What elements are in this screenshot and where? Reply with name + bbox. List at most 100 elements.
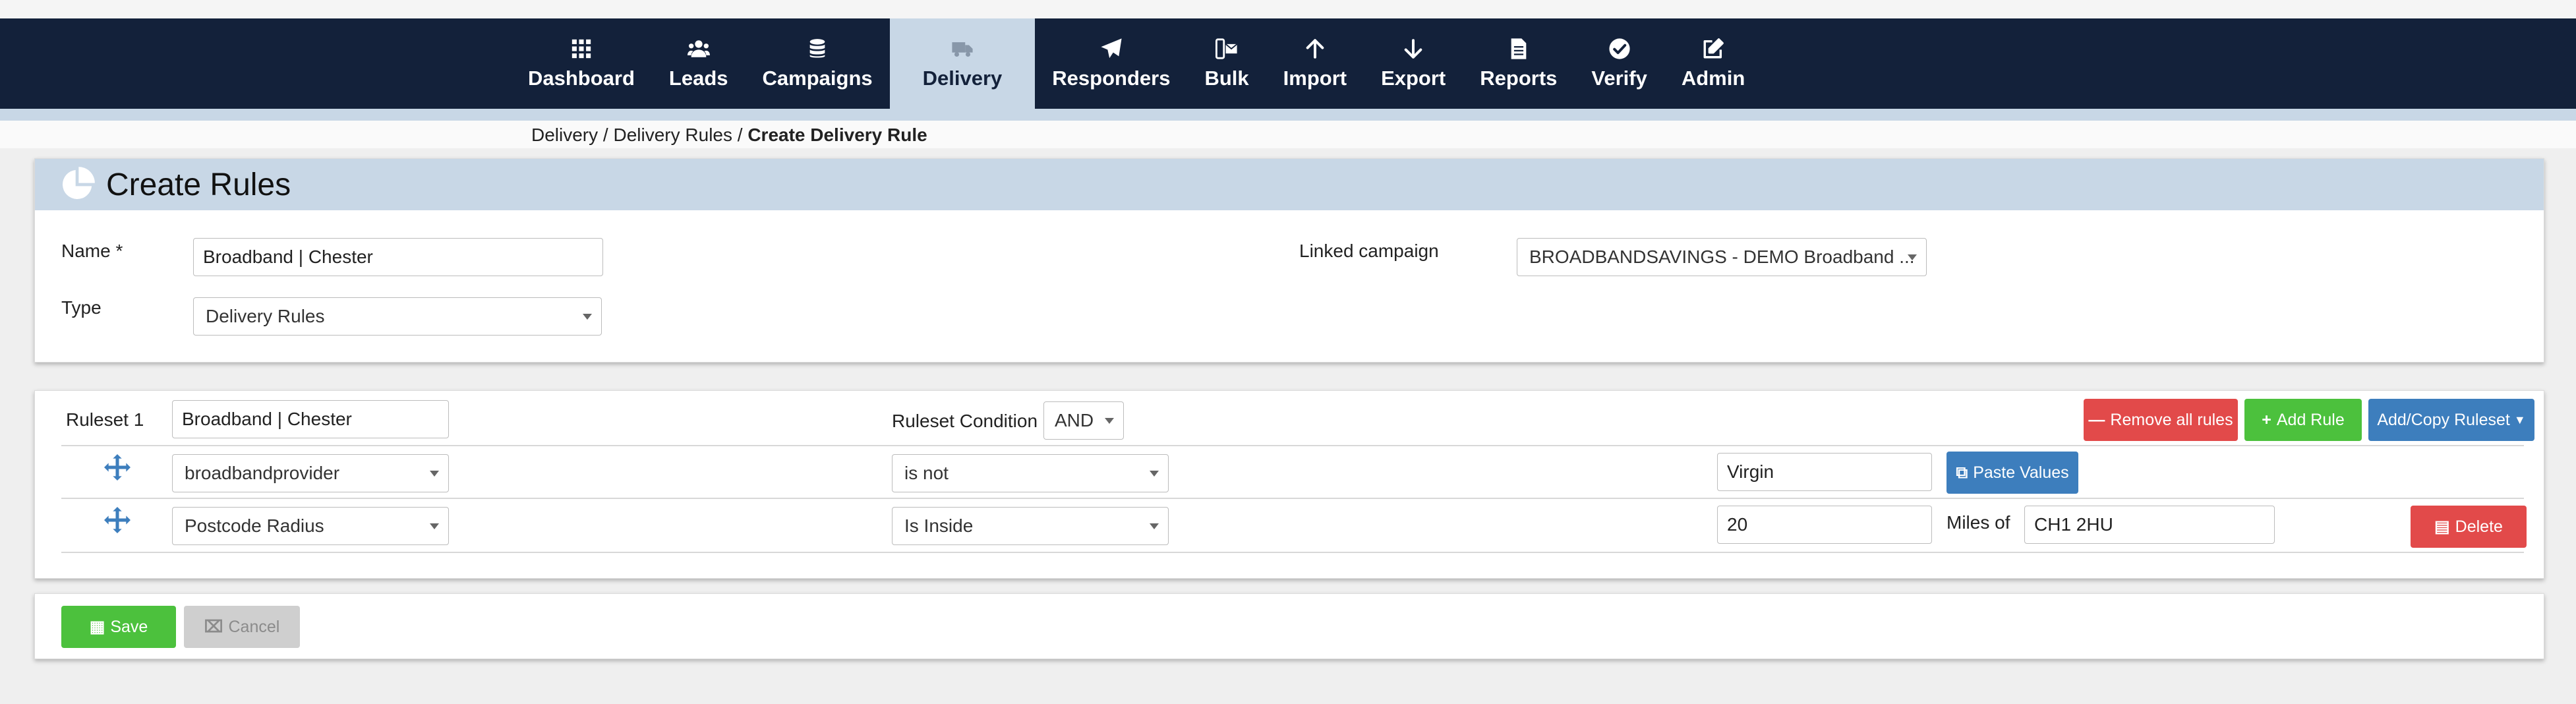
main-navbar: Dashboard Leads Campaigns Delivery Respo… xyxy=(0,18,2576,109)
nav-items: Dashboard Leads Campaigns Delivery Respo… xyxy=(511,18,1762,109)
nav-item-import[interactable]: Import xyxy=(1266,18,1364,109)
nav-label: Delivery xyxy=(922,66,1003,90)
nav-label: Admin xyxy=(1681,66,1745,90)
rule-value-field[interactable] xyxy=(1717,453,1932,491)
rule-operator-select[interactable]: is not xyxy=(892,454,1169,492)
floppy-disk-icon: ▦ xyxy=(89,618,105,636)
breadcrumb-current: Create Delivery Rule xyxy=(747,125,927,145)
nav-label: Leads xyxy=(668,66,728,90)
miles-of-label: Miles of xyxy=(1947,512,2010,533)
pie-chart-icon xyxy=(62,167,95,200)
ruleset-panel: Ruleset 1 Ruleset Condition AND — Remove… xyxy=(34,390,2544,579)
rule-operator-select[interactable]: Is Inside xyxy=(892,507,1169,545)
nav-item-bulk[interactable]: Bulk xyxy=(1187,18,1266,109)
breadcrumb: Delivery / Delivery Rules / Create Deliv… xyxy=(0,121,2576,148)
nav-item-verify[interactable]: Verify xyxy=(1574,18,1664,109)
nav-item-dashboard[interactable]: Dashboard xyxy=(511,18,652,109)
nav-label: Verify xyxy=(1591,66,1647,90)
paste-values-label: Paste Values xyxy=(1973,463,2069,482)
chevron-down-icon xyxy=(1908,254,1917,260)
create-rules-panel: Create Rules Name * Type Delivery Rules … xyxy=(34,158,2544,363)
rule-field-value: broadbandprovider xyxy=(185,463,340,483)
nav-label: Export xyxy=(1381,66,1446,90)
save-label: Save xyxy=(110,617,148,636)
chevron-down-icon xyxy=(430,471,439,477)
name-field[interactable] xyxy=(193,238,603,276)
rule-field-select[interactable]: broadbandprovider xyxy=(172,454,449,492)
row-divider xyxy=(61,498,2524,499)
cancel-button[interactable]: ⌧ Cancel xyxy=(184,606,300,648)
breadcrumb-link-delivery-rules[interactable]: Delivery Rules xyxy=(613,125,732,145)
rule-field-value: Postcode Radius xyxy=(185,515,324,536)
ruleset-name-field[interactable] xyxy=(172,400,449,438)
nav-label: Campaigns xyxy=(762,66,873,90)
nav-label: Bulk xyxy=(1204,66,1249,90)
nav-label: Responders xyxy=(1052,66,1171,90)
plus-icon: + xyxy=(2262,410,2271,429)
type-select-value: Delivery Rules xyxy=(206,306,325,326)
truck-icon xyxy=(952,42,973,57)
users-icon xyxy=(687,40,710,57)
name-label: Name * xyxy=(61,241,123,261)
rule-field-select[interactable]: Postcode Radius xyxy=(172,507,449,545)
ruleset-condition-select[interactable]: AND xyxy=(1043,401,1124,440)
type-select[interactable]: Delivery Rules xyxy=(193,297,602,336)
chevron-down-icon xyxy=(1105,418,1114,424)
chevron-down-icon xyxy=(583,314,592,320)
move-icon[interactable] xyxy=(104,454,131,481)
paper-plane-icon xyxy=(1101,38,1122,58)
row-divider xyxy=(61,445,2524,446)
document-icon xyxy=(1511,38,1527,59)
nav-item-export[interactable]: Export xyxy=(1364,18,1463,109)
arrow-down-icon xyxy=(1404,38,1422,59)
add-rule-label: Add Rule xyxy=(2276,410,2345,429)
add-rule-button[interactable]: + Add Rule xyxy=(2244,399,2362,441)
paste-icon: ⧉ xyxy=(1956,463,1968,482)
cancel-label: Cancel xyxy=(228,617,280,636)
trash-icon: ▤ xyxy=(2434,517,2450,536)
nav-item-delivery[interactable]: Delivery xyxy=(889,18,1036,109)
database-icon xyxy=(809,38,825,57)
nav-item-campaigns[interactable]: Campaigns xyxy=(746,18,890,109)
linked-campaign-select[interactable]: BROADBANDSAVINGS - DEMO Broadband ... xyxy=(1517,238,1927,276)
save-button[interactable]: ▦ Save xyxy=(61,606,176,648)
delete-rule-button[interactable]: ▤ Delete xyxy=(2411,506,2527,548)
nav-item-responders[interactable]: Responders xyxy=(1035,18,1187,109)
move-icon[interactable] xyxy=(104,507,131,533)
rule-radius-field[interactable] xyxy=(1717,506,1932,544)
linked-campaign-value: BROADBANDSAVINGS - DEMO Broadband ... xyxy=(1529,247,1915,267)
nav-label: Import xyxy=(1283,66,1347,90)
chevron-down-icon xyxy=(1150,523,1159,529)
rule-postcode-field[interactable] xyxy=(2024,506,2275,544)
ruleset-condition-value: AND xyxy=(1055,410,1094,430)
nav-label: Reports xyxy=(1480,66,1558,90)
chevron-down-icon xyxy=(430,523,439,529)
nav-subbar xyxy=(0,109,2576,121)
minus-icon: — xyxy=(2088,410,2105,429)
caret-down-icon: ▼ xyxy=(2513,413,2526,426)
close-icon: ⌧ xyxy=(204,618,223,636)
paste-values-button[interactable]: ⧉ Paste Values xyxy=(1947,452,2078,494)
breadcrumb-separator: / xyxy=(737,125,743,145)
nav-item-reports[interactable]: Reports xyxy=(1463,18,1574,109)
add-copy-ruleset-button[interactable]: Add/Copy Ruleset ▼ xyxy=(2368,399,2534,441)
breadcrumb-link-delivery[interactable]: Delivery xyxy=(531,125,598,145)
grid-icon xyxy=(571,39,591,58)
nav-item-admin[interactable]: Admin xyxy=(1664,18,1762,109)
remove-all-rules-label: Remove all rules xyxy=(2110,410,2233,429)
rule-operator-value: is not xyxy=(904,463,949,483)
delete-rule-label: Delete xyxy=(2455,517,2503,536)
row-divider xyxy=(61,552,2524,553)
rule-operator-value: Is Inside xyxy=(904,515,974,536)
panel-header: Create Rules xyxy=(35,159,2544,210)
edit-icon xyxy=(1703,38,1724,58)
remove-all-rules-button[interactable]: — Remove all rules xyxy=(2084,399,2238,441)
arrow-up-icon xyxy=(1306,38,1324,59)
chevron-down-icon xyxy=(1150,471,1159,477)
nav-item-leads[interactable]: Leads xyxy=(652,18,746,109)
linked-campaign-label: Linked campaign xyxy=(1299,241,1439,261)
phone-envelope-icon xyxy=(1215,38,1238,59)
breadcrumb-separator: / xyxy=(602,125,608,145)
check-circle-icon xyxy=(1609,38,1630,59)
actions-panel: ▦ Save ⌧ Cancel xyxy=(34,593,2544,659)
